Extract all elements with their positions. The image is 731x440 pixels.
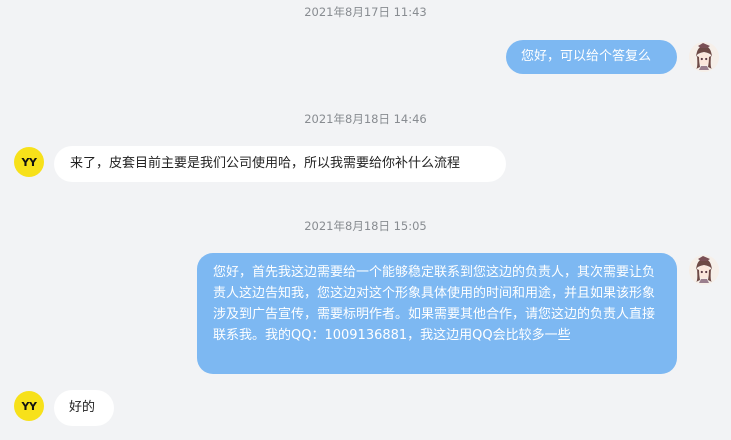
contact-avatar[interactable]: YY (14, 147, 44, 177)
timestamp: 2021年8月18日 14:46 (304, 112, 427, 126)
outgoing-message-bubble[interactable]: 您好，可以给个答复么 (506, 40, 677, 74)
outgoing-message-bubble[interactable]: 您好，首先我这边需要给一个能够稳定联系到您这边的负责人，其次需要让负责人这边告知… (197, 253, 677, 374)
anime-girl-avatar-icon (689, 255, 719, 285)
timestamp: 2021年8月18日 15:05 (304, 219, 427, 233)
incoming-message-bubble[interactable]: 来了，皮套目前主要是我们公司使用哈，所以我需要给你补什么流程 (54, 146, 506, 182)
self-avatar[interactable] (689, 255, 719, 285)
self-avatar[interactable] (689, 42, 719, 72)
yy-logo-icon: YY (21, 399, 37, 413)
yy-logo-icon: YY (21, 155, 37, 169)
incoming-message-bubble[interactable]: 好的 (54, 390, 114, 426)
contact-avatar[interactable]: YY (14, 391, 44, 421)
anime-girl-avatar-icon (689, 42, 719, 72)
timestamp: 2021年8月17日 11:43 (304, 5, 427, 19)
